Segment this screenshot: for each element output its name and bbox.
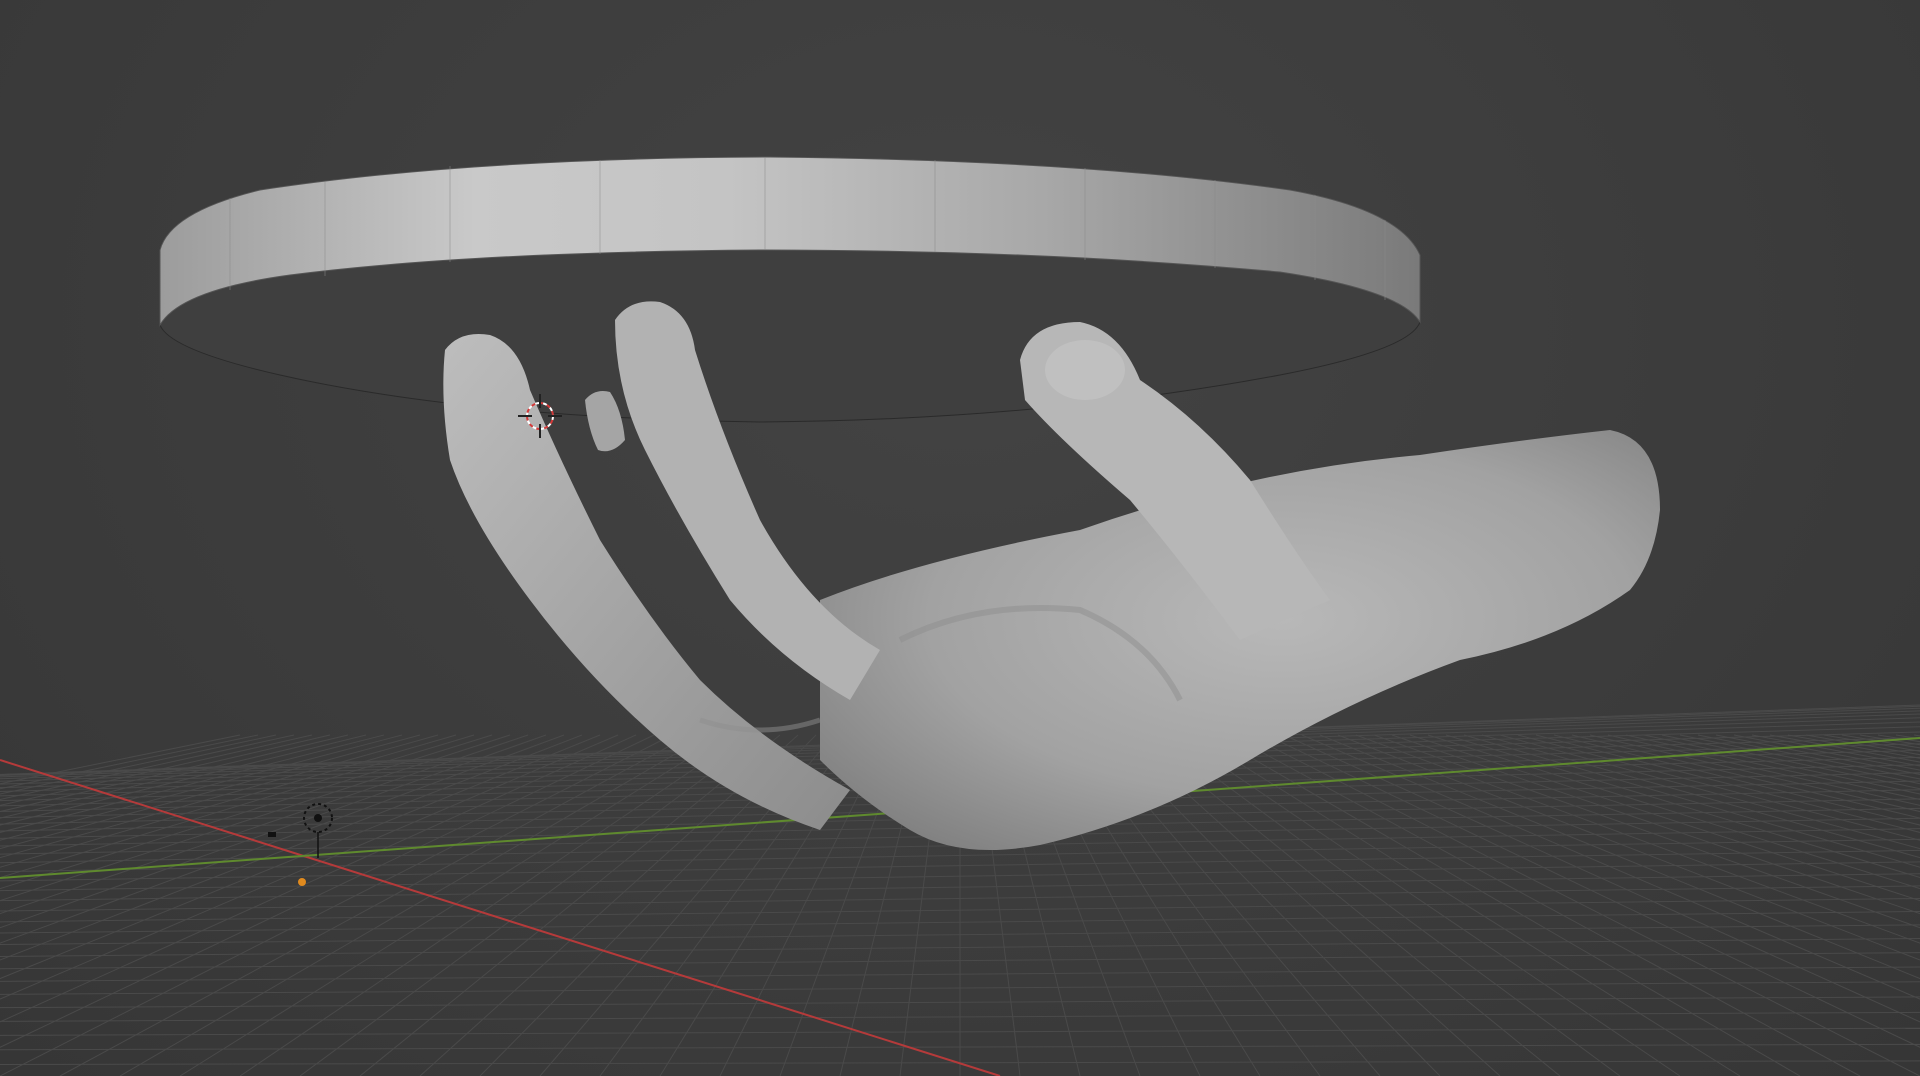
grid-line: [0, 734, 619, 1000]
grid-line: [239, 734, 745, 1076]
grid-line: [1913, 734, 1920, 737]
grid-line: [1805, 734, 1920, 756]
grid-line: [1571, 734, 1920, 819]
grid-line: [1859, 734, 1920, 746]
grid-line: [1787, 734, 1920, 759]
grid-line: [1535, 734, 1920, 833]
grid-line: [1373, 734, 1920, 929]
3d-viewport[interactable]: [0, 0, 1920, 1076]
grid-line: [1301, 734, 1920, 1000]
grid-line: [0, 734, 601, 980]
viewport-canvas[interactable]: [0, 0, 1920, 1076]
grid-line: [1193, 734, 1741, 1076]
grid-line: [1319, 734, 1920, 980]
grid-line: [179, 734, 727, 1076]
origin-dot-icon: [298, 878, 306, 886]
disc-mesh[interactable]: [159, 156, 1421, 423]
camera-icon[interactable]: [268, 832, 276, 837]
hand-sculpt-mesh[interactable]: [443, 301, 1660, 850]
